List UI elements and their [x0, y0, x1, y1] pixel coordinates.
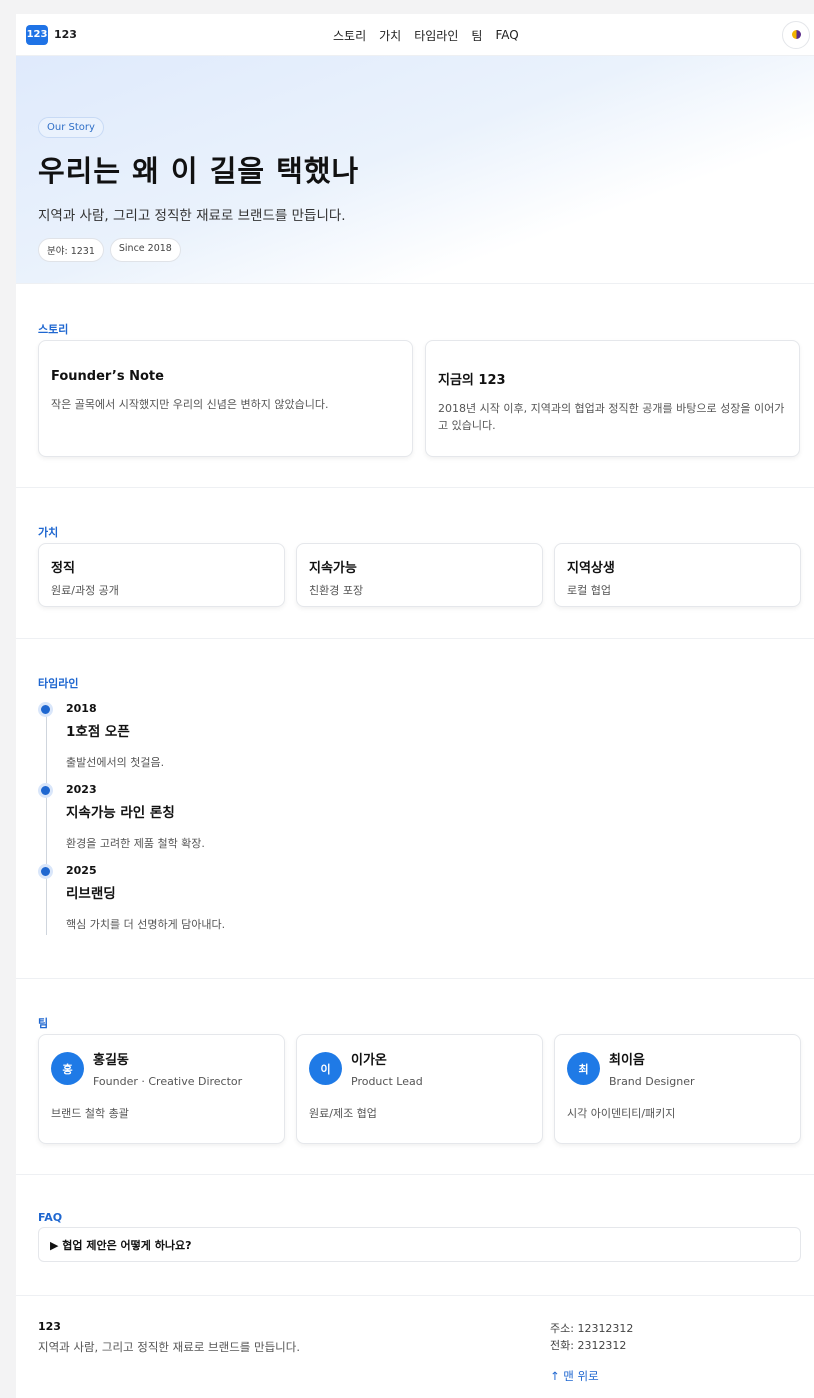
member-desc: 시각 아이덴티티/패키지: [567, 1107, 676, 1120]
footer-tagline: 지역과 사람, 그리고 정직한 재료로 브랜드를 만듭니다.: [38, 1340, 301, 1354]
footer-contact: 주소: 12312312 전화: 2312312 ↑ 맨 위로: [550, 1320, 633, 1385]
section-title-faq: FAQ: [38, 1211, 63, 1224]
person-header: 홍 홍길동 Founder · Creative Director: [51, 1049, 272, 1088]
nav-link-team[interactable]: 팀: [471, 27, 482, 44]
story-section: 스토리 Founder’s Note 작은 골목에서 시작했지만 우리의 신념은…: [16, 284, 814, 488]
hero-lead: 지역과 사람, 그리고 정직한 재료로 브랜드를 만듭니다.: [38, 208, 346, 224]
nav-link-story[interactable]: 스토리: [333, 27, 366, 44]
timeline-year: 2025: [66, 864, 97, 877]
section-title-story: 스토리: [38, 323, 69, 336]
chip-field: 분야: 1231: [38, 238, 104, 262]
member-name: 이가온: [351, 1053, 387, 1068]
story-card-title: Founder’s Note: [51, 369, 164, 384]
hero-chips: 분야: 1231 Since 2018: [38, 238, 792, 262]
story-cards: Founder’s Note 작은 골목에서 시작했지만 우리의 신념은 변하지…: [38, 340, 801, 457]
story-card-title: 지금의 123: [438, 373, 506, 388]
timeline-item: 2018 1호점 오픈 출발선에서의 첫걸음.: [38, 702, 801, 783]
value-cards: 정직 원료/과정 공개 지속가능 친환경 포장 지역상생 로컬 협업: [38, 543, 801, 607]
timeline: 2018 1호점 오픈 출발선에서의 첫걸음. 2023 지속가능 라인 론칭 …: [38, 702, 801, 945]
team-card: 최 최이음 Brand Designer 시각 아이덴티티/패키지: [554, 1034, 801, 1144]
section-title-values: 가치: [38, 526, 59, 539]
value-card-title: 지속가능: [309, 561, 357, 576]
member-name: 홍길동: [93, 1053, 129, 1068]
nav-link-faq[interactable]: FAQ: [495, 28, 518, 42]
footer-name: 123: [38, 1320, 61, 1333]
value-card-text: 원료/과정 공개: [51, 584, 119, 597]
back-to-top-link[interactable]: ↑ 맨 위로: [550, 1368, 633, 1385]
faq-question-toggle[interactable]: ▶ 협업 제안은 어떻게 하나요?: [38, 1227, 801, 1262]
timeline-desc: 환경을 고려한 제품 철학 확장.: [66, 837, 205, 850]
theme-toggle-button[interactable]: [782, 20, 810, 49]
main-nav: 스토리 가치 타임라인 팀 FAQ: [333, 14, 519, 56]
member-role: Brand Designer: [609, 1075, 695, 1088]
hero-section: Our Story 우리는 왜 이 길을 택했나 지역과 사람, 그리고 정직한…: [16, 56, 814, 284]
value-card: 지속가능 친환경 포장: [296, 543, 543, 607]
half-moon-icon: [791, 30, 801, 39]
member-role: Product Lead: [351, 1075, 423, 1088]
story-card-text: 작은 골목에서 시작했지만 우리의 신념은 변하지 않았습니다.: [51, 398, 329, 411]
story-card-text: 2018년 시작 이후, 지역과의 협업과 정직한 공개를 바탕으로 성장을 이…: [438, 402, 785, 432]
chip-since: Since 2018: [109, 238, 181, 262]
avatar: 이: [309, 1052, 342, 1085]
timeline-year: 2018: [66, 702, 97, 715]
dot-icon: [38, 702, 53, 717]
footer: 123 지역과 사람, 그리고 정직한 재료로 브랜드를 만듭니다. 주소: 1…: [16, 1296, 814, 1385]
value-card: 지역상생 로컬 협업: [554, 543, 801, 607]
person-header: 이 이가온 Product Lead: [309, 1049, 530, 1088]
brand-name: 123: [54, 28, 77, 41]
top-navbar: 123 123 스토리 가치 타임라인 팀 FAQ: [16, 14, 814, 56]
member-name: 최이음: [609, 1053, 645, 1068]
team-card: 이 이가온 Product Lead 원료/제조 협업: [296, 1034, 543, 1144]
dot-icon: [38, 864, 53, 879]
section-title-timeline: 타임라인: [38, 677, 79, 690]
timeline-desc: 출발선에서의 첫걸음.: [66, 756, 165, 769]
footer-brand: 123 지역과 사람, 그리고 정직한 재료로 브랜드를 만듭니다.: [38, 1320, 550, 1385]
nav-link-timeline[interactable]: 타임라인: [414, 27, 458, 44]
footer-phone: 전화: 2312312: [550, 1339, 627, 1352]
team-card: 홍 홍길동 Founder · Creative Director 브랜드 철학…: [38, 1034, 285, 1144]
hero-pill: Our Story: [38, 117, 104, 138]
timeline-title: 지속가능 라인 론칭: [66, 805, 175, 821]
timeline-section: 타임라인 2018 1호점 오픈 출발선에서의 첫걸음. 2023 지속가능 라…: [16, 639, 814, 979]
section-title-team: 팀: [38, 1017, 49, 1030]
team-cards: 홍 홍길동 Founder · Creative Director 브랜드 철학…: [38, 1034, 801, 1144]
timeline-title: 1호점 오픈: [66, 724, 130, 740]
member-desc: 브랜드 철학 총괄: [51, 1107, 129, 1120]
timeline-title: 리브랜딩: [66, 886, 116, 902]
nav-link-values[interactable]: 가치: [379, 27, 401, 44]
story-card: Founder’s Note 작은 골목에서 시작했지만 우리의 신념은 변하지…: [38, 340, 413, 457]
value-card-title: 정직: [51, 561, 75, 576]
team-section: 팀 홍 홍길동 Founder · Creative Director 브랜드 …: [16, 979, 814, 1175]
timeline-item: 2023 지속가능 라인 론칭 환경을 고려한 제품 철학 확장.: [38, 783, 801, 864]
logo-badge: 123: [26, 24, 48, 45]
value-card-text: 로컬 협업: [567, 584, 611, 597]
avatar: 최: [567, 1052, 600, 1085]
faq-section: FAQ ▶ 협업 제안은 어떻게 하나요?: [16, 1175, 814, 1296]
avatar: 홍: [51, 1052, 84, 1085]
timeline-line: [46, 710, 47, 935]
value-card-text: 친환경 포장: [309, 584, 364, 597]
member-role: Founder · Creative Director: [93, 1075, 243, 1088]
member-desc: 원료/제조 협업: [309, 1107, 377, 1120]
page: 123 123 스토리 가치 타임라인 팀 FAQ Our Story 우리는 …: [16, 14, 814, 1398]
values-section: 가치 정직 원료/과정 공개 지속가능 친환경 포장 지역상생 로컬 협업: [16, 488, 814, 639]
value-card: 정직 원료/과정 공개: [38, 543, 285, 607]
person-header: 최 최이음 Brand Designer: [567, 1049, 788, 1088]
story-card: 지금의 123 2018년 시작 이후, 지역과의 협업과 정직한 공개를 바탕…: [425, 340, 800, 457]
timeline-item: 2025 리브랜딩 핵심 가치를 더 선명하게 담아내다.: [38, 864, 801, 945]
value-card-title: 지역상생: [567, 561, 615, 576]
timeline-desc: 핵심 가치를 더 선명하게 담아내다.: [66, 918, 226, 931]
timeline-year: 2023: [66, 783, 97, 796]
dot-icon: [38, 783, 53, 798]
brand[interactable]: 123 123: [26, 24, 77, 45]
hero-title: 우리는 왜 이 길을 택했나: [38, 154, 360, 188]
footer-address: 주소: 12312312: [550, 1322, 634, 1335]
